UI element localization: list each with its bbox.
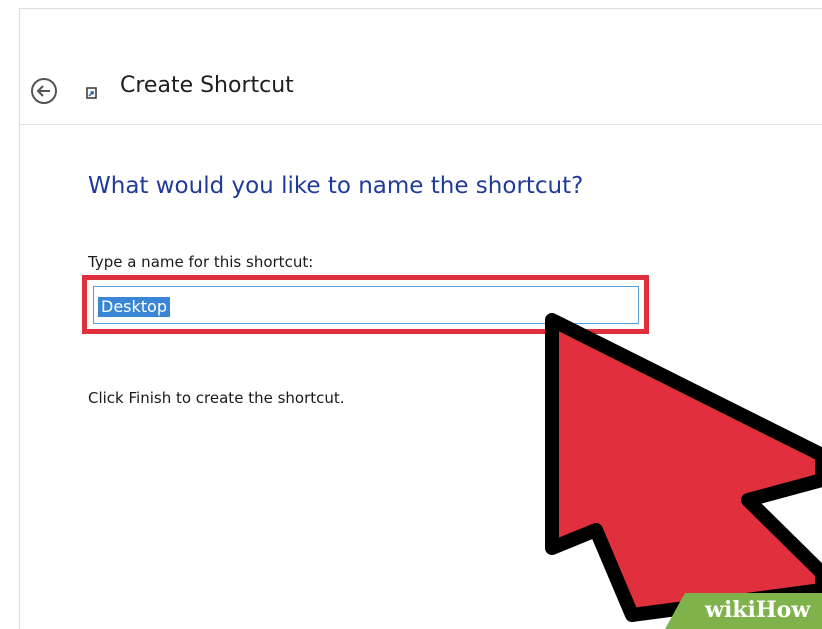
shortcut-name-value: Desktop bbox=[98, 297, 170, 317]
dialog-titlebar: Create Shortcut bbox=[20, 9, 822, 125]
back-arrow-icon bbox=[31, 78, 57, 104]
create-shortcut-dialog: Create Shortcut What would you like to n… bbox=[19, 8, 822, 629]
watermark-text: wikiHow bbox=[704, 597, 811, 623]
finish-instruction: Click Finish to create the shortcut. bbox=[88, 389, 345, 407]
screenshot-frame: Create Shortcut What would you like to n… bbox=[0, 0, 822, 629]
shortcut-icon bbox=[84, 85, 100, 101]
wikihow-watermark: wikiHow bbox=[665, 585, 822, 629]
shortcut-name-label: Type a name for this shortcut: bbox=[88, 253, 314, 271]
dialog-content: What would you like to name the shortcut… bbox=[20, 125, 822, 629]
back-button[interactable] bbox=[30, 77, 58, 105]
shortcut-name-input[interactable]: Desktop bbox=[93, 286, 639, 324]
dialog-title: Create Shortcut bbox=[120, 73, 294, 98]
page-heading: What would you like to name the shortcut… bbox=[88, 173, 584, 199]
